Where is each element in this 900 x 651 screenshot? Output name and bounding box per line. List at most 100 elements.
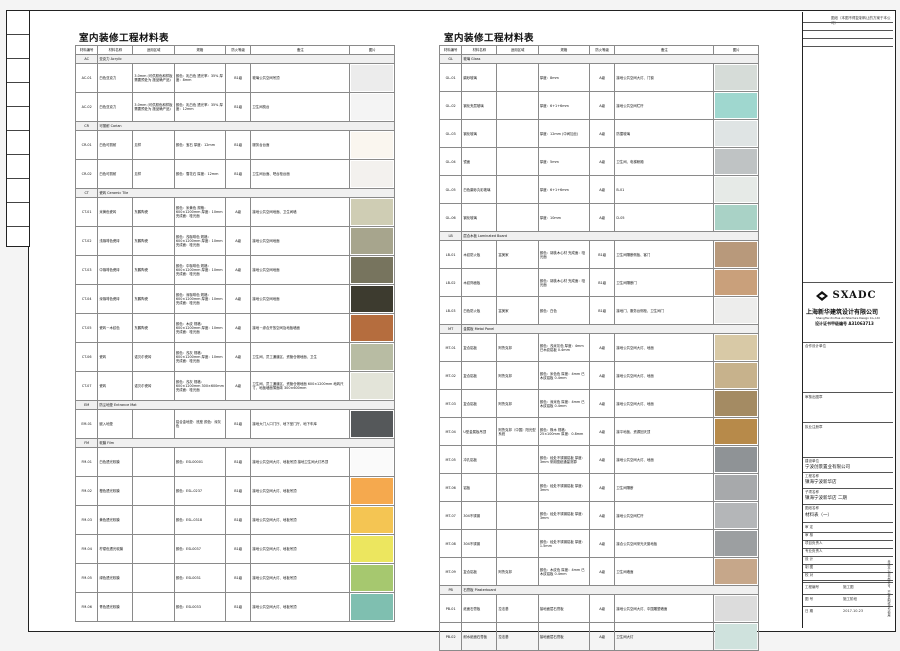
material-name: 耐水纸面石膏板	[461, 622, 498, 651]
column-header: 材料编号	[438, 45, 463, 55]
material-note: 玻璃公共空间吊顶	[250, 63, 351, 93]
material-swatch	[715, 298, 757, 323]
material-row: PB-02 耐水纸面石膏板 拉法基 接地面层石膏板 A级 卫生间大灯	[438, 622, 759, 651]
material-swatch-cell	[349, 534, 395, 564]
material-swatch-cell	[713, 557, 759, 586]
material-note: 接地公共空间地面	[250, 226, 351, 256]
material-note: 接地公共空间大灯、地面	[614, 361, 715, 390]
material-row: GL-03 钢化玻璃 厚度：12mm (中间加丝) A级 防撞玻璃	[438, 119, 759, 148]
title-block-top-note: 图纸（本图不得复制转让的方案于本公司）	[831, 16, 891, 25]
material-swatch	[715, 177, 757, 202]
material-name: 复合铝板	[461, 557, 498, 586]
material-note: 接地公共空间大灯、地面	[614, 389, 715, 418]
material-swatch	[351, 373, 393, 399]
material-name: 镜面	[461, 147, 498, 176]
material-code: CT-04	[74, 284, 99, 314]
material-spec: 颜色：乳白色 透光率：35% 厚度：8mm	[173, 63, 226, 93]
material-name: 黄色透光软膜	[97, 505, 134, 535]
material-row: MT-01 复合铝板 阿鲁克邦 颜色：浅米灰色 厚度：4mm 已木纹铝板 0.4mm A…	[438, 333, 759, 362]
material-code: AC-02	[74, 92, 99, 122]
material-code: LB-01	[438, 240, 463, 269]
material-spec: 厚度：5mm	[537, 147, 590, 176]
material-swatch-cell	[713, 268, 759, 297]
column-header: 图片	[349, 45, 395, 55]
group-row: CT 瓷砖 Ceramic Tile	[74, 188, 395, 198]
group-label: 亚克力 Acrylic	[97, 54, 395, 64]
material-spec: 颜色：中咖啡色 规格：600×1200mm 厚度：10mm 完成面：哑光面	[173, 255, 226, 285]
fire-rating: A级	[224, 313, 252, 343]
material-code: LB-02	[438, 268, 463, 297]
fire-rating: A级	[588, 473, 616, 502]
material-area: 东鹏陶瓷	[132, 226, 175, 256]
material-spec: 颜色：木纹 规格：600×1200mm 厚度：10mm 完成面：哑光面	[173, 313, 226, 343]
fire-rating: A级	[224, 342, 252, 372]
fire-rating: A级	[588, 63, 616, 92]
group-code: AC	[74, 54, 99, 64]
logo-mark-icon	[816, 290, 828, 301]
material-row: FM-05 绿色透光软膜 颜色：ESL0031 B1级 接地公共空间大灯、地板吊顶	[74, 563, 395, 593]
column-header: 备注	[250, 45, 351, 55]
material-name: 钢化玻璃	[461, 203, 498, 232]
group-row: MT 金属板 Metal Panel	[438, 324, 759, 334]
material-swatch-cell	[713, 594, 759, 623]
column-header: 规格	[173, 45, 226, 55]
group-row: FM 软膜 Film	[74, 438, 395, 448]
material-swatch	[715, 447, 757, 472]
material-name: 白色可丽耐	[97, 159, 134, 189]
material-name: 木纹饰面板	[461, 268, 498, 297]
material-row: PB-01 纸面石膏板 拉法基 接地面层石膏板 A级 接地公共空间大灯、中国雕塑墙面	[438, 594, 759, 623]
material-swatch-cell	[713, 203, 759, 232]
group-code: PB	[438, 585, 463, 595]
material-row: AC-02 白色亚克力 3.0mm (可供颜色和样板需要预处为 施品确产品) 颜色：乳…	[74, 92, 395, 122]
column-header: 图片	[713, 45, 759, 55]
material-area	[496, 445, 539, 474]
material-row: GL-01 磨砂玻璃 厚度：8mm A级 接地公共空间大灯、门窗	[438, 63, 759, 92]
material-name: 绿色透光软膜	[97, 563, 134, 593]
material-note: 接地公共空间地面、卫生间墙	[250, 197, 351, 227]
material-swatch-cell	[713, 445, 759, 474]
material-area: 阿鲁克邦	[496, 389, 539, 418]
material-note: 接地公共空间大灯、门窗	[614, 63, 715, 92]
material-row: MT-02 复合铝板 阿鲁克邦 颜色：米色色 厚度：4mm 已木纹铝板 0.4mm A级…	[438, 361, 759, 390]
material-name: 白色防火板	[461, 296, 498, 325]
material-note: 卫生间墙面	[614, 557, 715, 586]
material-swatch	[351, 228, 393, 254]
material-note: 卫生间隔断门	[614, 268, 715, 297]
staff-role-label: 制 图	[805, 565, 814, 569]
group-label: 层合木板 Laminated Board	[461, 231, 759, 241]
material-code: GL-02	[438, 91, 463, 120]
material-code: GL-04	[438, 147, 463, 176]
material-swatch	[715, 531, 757, 556]
fire-rating: A级	[224, 371, 252, 401]
group-code: LB	[438, 231, 463, 241]
material-swatch	[351, 536, 393, 562]
material-row: MT-03 复合铝板 阿鲁克邦 颜色：深米色 厚度：4mm 已木纹铝板 0.4mm A级…	[438, 389, 759, 418]
material-area: 拉法基	[496, 622, 539, 651]
material-spec: 厚度：8mm	[537, 63, 590, 92]
material-code: CT-03	[74, 255, 99, 285]
material-note: 接合公共空间采光天窗地板	[614, 529, 715, 558]
material-name: 白色可丽耐	[97, 130, 134, 160]
fire-rating: B1级	[224, 63, 252, 93]
material-area	[496, 91, 539, 120]
material-area	[132, 534, 175, 564]
material-row: GL-02 钢化夹层玻璃 厚度：6+1+6mm A级 接地公共空间栏杆	[438, 91, 759, 120]
group-label: 可丽耐 Corian	[97, 121, 395, 131]
material-spec: 颜色：乳白色 透光率：35% 厚度：12mm	[173, 92, 226, 122]
material-swatch	[715, 624, 757, 649]
material-name: 橙色透光软膜	[97, 476, 134, 506]
drawing-name: 材料表（一）	[805, 513, 832, 518]
material-swatch-cell	[349, 563, 395, 593]
column-header: 防火等级	[224, 45, 252, 55]
material-swatch-cell	[349, 197, 395, 227]
fire-rating: B1级	[224, 476, 252, 506]
group-row: LB 层合木板 Laminated Board	[438, 231, 759, 241]
material-area: 见样	[132, 159, 175, 189]
material-code: CT-01	[74, 197, 99, 227]
fire-rating: B1级	[588, 268, 616, 297]
material-swatch	[715, 205, 757, 230]
material-note: B-01	[614, 175, 715, 204]
fire-rating: B1级	[224, 534, 252, 564]
fire-rating: B1级	[224, 592, 252, 622]
material-row: FM-02 橙色透光软膜 颜色：ESL-0237 B1级 接地公共空间大灯、地板吊顶	[74, 476, 395, 506]
